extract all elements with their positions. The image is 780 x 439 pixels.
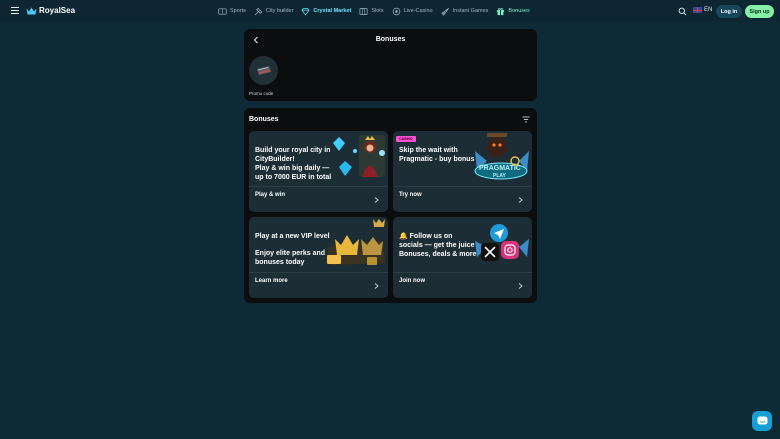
nav-crystal-market-label: Crystal Market (313, 8, 352, 14)
card-divider (249, 186, 388, 187)
promo-code-button[interactable] (249, 56, 278, 85)
language-code: EN (704, 7, 713, 13)
bonus-card-vip[interactable]: Play at a new VIP level Enjoy elite perk… (249, 217, 388, 298)
nav-slots-label: Slots (371, 8, 384, 14)
card-divider (393, 272, 532, 273)
nav-crystal-market[interactable]: Crystal Market (301, 7, 351, 16)
bonus-card-title-line: CityBuilder! (255, 156, 295, 163)
casino-badge: CASINO (396, 136, 416, 142)
bonus-card-title-line: Play at a new VIP level (255, 233, 330, 240)
svg-text:PRAGMATIC: PRAGMATIC (479, 165, 521, 172)
promo-code-label: Promo code (249, 91, 274, 96)
social-icons-art (475, 224, 529, 261)
gift-icon (497, 7, 505, 15)
chevron-right-icon (374, 197, 379, 203)
rocket-icon (440, 7, 449, 16)
slots-icon (359, 7, 368, 15)
brand-name: RoyalSea (39, 6, 76, 15)
uk-flag-icon (693, 7, 702, 13)
nav-sports-label: Sports (230, 8, 246, 14)
nav-live-casino[interactable]: Live-Casino (392, 7, 433, 16)
bonus-card-title-line: Skip the wait with (399, 147, 458, 154)
language-selector[interactable]: EN (693, 7, 712, 13)
gold-crowns-art (327, 219, 385, 265)
bonuses-panel: Bonuses Build your royal city in CityBui… (244, 108, 537, 303)
page-title: Bonuses (375, 36, 406, 43)
promo-ticket-icon (256, 65, 271, 75)
svg-text:PLAY: PLAY (493, 173, 507, 179)
sports-icon (218, 7, 227, 15)
chevron-right-icon (518, 283, 523, 289)
card-divider (393, 186, 532, 187)
login-button[interactable]: Log in (716, 5, 742, 18)
bonus-card-title-line: 🔔 Follow us on (399, 233, 453, 240)
nav-live-casino-label: Live-Casino (403, 8, 433, 14)
bonus-card-socials[interactable]: 🔔 Follow us on socials — get the juice B… (393, 217, 532, 298)
hammer-icon (254, 7, 263, 15)
nav-bonuses[interactable]: Bonuses (496, 7, 530, 16)
try-now-link[interactable]: Try now (399, 192, 422, 198)
signup-button[interactable]: Sign up (745, 5, 774, 18)
bonus-card-title-line: bonuses today (255, 259, 305, 266)
filter-icon[interactable] (522, 116, 530, 123)
chevron-right-icon (374, 283, 379, 289)
queen-gems-art (333, 135, 385, 177)
play-win-link[interactable]: Play & win (255, 192, 285, 198)
bonuses-title: Bonuses (249, 116, 279, 123)
bonus-card-title-line: Bonuses, deals & more (399, 251, 477, 258)
nav-instant-games[interactable]: Instant Games (440, 7, 489, 16)
bonus-card-title-line: up to 7000 EUR in total (255, 174, 332, 181)
join-now-link[interactable]: Join now (399, 278, 425, 284)
bonus-card-pragmatic[interactable]: CASINO PRAGMATIC PLAY Skip the wait with… (393, 131, 532, 212)
brand-logo[interactable]: RoyalSea (26, 6, 75, 15)
main-nav: Sports City builder Crystal Market Slots… (218, 0, 538, 22)
nav-bonuses-label: Bonuses (508, 8, 530, 14)
chevron-right-icon (518, 197, 523, 203)
learn-more-link[interactable]: Learn more (255, 278, 288, 284)
nav-instant-games-label: Instant Games (452, 8, 489, 14)
top-bar: RoyalSea Sports City builder Crystal Mar… (0, 0, 780, 22)
nav-city-builder-label: City builder (265, 8, 294, 14)
support-chat-button[interactable] (752, 411, 772, 431)
promo-panel: Bonuses Promo code (244, 29, 537, 101)
nav-sports[interactable]: Sports (218, 7, 246, 16)
chat-icon (757, 416, 767, 425)
live-casino-icon (392, 7, 400, 15)
bonus-card-title-line: Build your royal city in (255, 147, 331, 154)
crown-logo-icon (26, 7, 37, 14)
bonus-card-title-line: Play & win big daily — (255, 165, 330, 172)
bonus-card-title-line: socials — get the juice (399, 242, 475, 249)
menu-icon[interactable] (11, 7, 19, 14)
bonus-card-citybuilder[interactable]: Build your royal city in CityBuilder! Pl… (249, 131, 388, 212)
nav-slots[interactable]: Slots (359, 7, 384, 16)
card-divider (249, 272, 388, 273)
search-icon[interactable] (678, 7, 687, 16)
nav-city-builder[interactable]: City builder (254, 7, 294, 16)
pragmatic-play-art: PRAGMATIC PLAY (474, 133, 529, 180)
diamond-icon (301, 7, 310, 16)
bonus-card-title-line: Pragmatic - buy bonus (399, 156, 475, 163)
bonus-card-title-line: Enjoy elite perks and (255, 250, 326, 257)
